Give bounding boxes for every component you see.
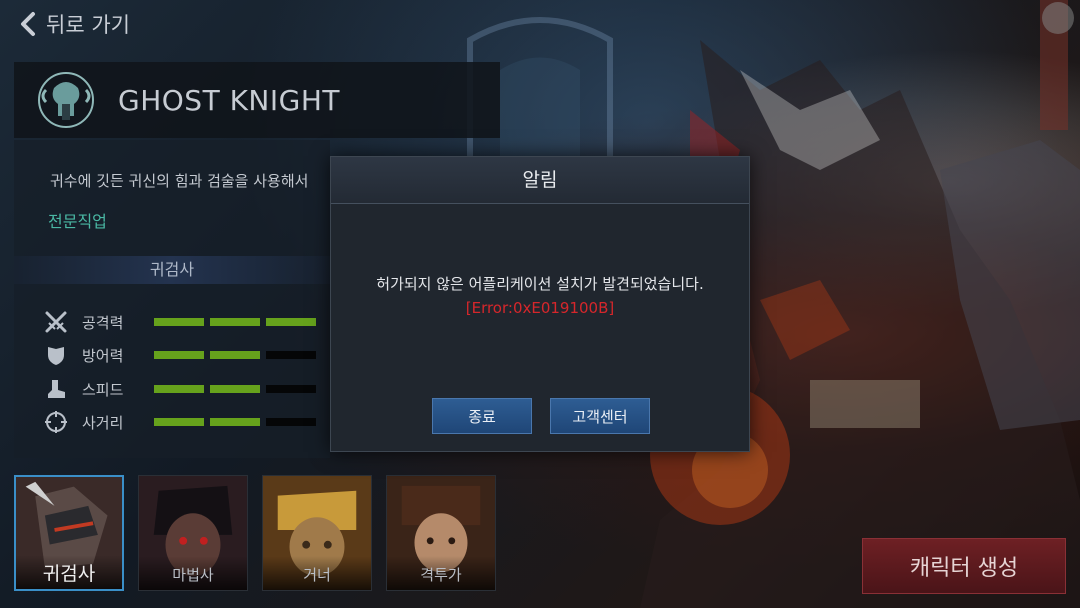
stat-bar-filled	[154, 318, 204, 326]
stat-bar-empty	[266, 351, 316, 359]
boot-icon	[48, 380, 65, 398]
stat-bar-filled	[210, 318, 260, 326]
stat-bars	[154, 385, 316, 393]
stat-bars	[154, 318, 316, 326]
class-description: 귀수에 깃든 귀신의 힘과 검술을 사용해서	[50, 172, 309, 190]
stat-bar-filled	[154, 385, 204, 393]
dialog-error-code: [Error:0xE019100B]	[465, 299, 615, 317]
alert-dialog: 알림 허가되지 않은 어플리케이션 설치가 발견되었습니다. [Error:0x…	[330, 156, 750, 452]
swords-icon	[45, 311, 67, 333]
create-character-button[interactable]: 캐릭터 생성	[862, 538, 1066, 594]
class-info-panel: 귀수에 깃든 귀신의 힘과 검술을 사용해서 전문직업 귀검사 공격력 방어력 …	[14, 140, 330, 458]
stat-bar-filled	[154, 418, 204, 426]
character-select-list: 귀검사 마법사 거너 격투가	[14, 475, 496, 591]
back-label: 뒤로 가기	[46, 13, 130, 37]
stat-bar-filled	[210, 385, 260, 393]
stat-row-defense: 방어력	[44, 343, 316, 367]
stat-bars	[154, 418, 316, 426]
exit-button[interactable]: 종료	[432, 398, 532, 434]
stat-bar-empty	[266, 385, 316, 393]
character-slot-slayer[interactable]: 귀검사	[14, 475, 124, 591]
character-name: 거너	[263, 556, 371, 590]
stat-label: 스피드	[82, 380, 124, 399]
stat-bars	[154, 351, 316, 359]
character-name: 귀검사	[16, 555, 122, 589]
character-slot-mage[interactable]: 마법사	[138, 475, 248, 591]
character-name: 격투가	[387, 556, 495, 590]
crosshair-icon	[45, 411, 67, 433]
stat-bar-filled	[154, 351, 204, 359]
class-name: GHOST KNIGHT	[118, 83, 340, 117]
character-slot-gunner[interactable]: 거너	[262, 475, 372, 591]
stat-label: 방어력	[82, 346, 124, 365]
dialog-title: 알림	[331, 157, 749, 204]
stat-label: 공격력	[82, 313, 124, 332]
stat-row-attack: 공격력	[44, 310, 316, 334]
stat-bar-filled	[210, 351, 260, 359]
shield-icon	[48, 347, 64, 365]
stat-label: 사거리	[82, 413, 124, 432]
character-slot-fighter[interactable]: 격투가	[386, 475, 496, 591]
chevron-left-icon	[21, 12, 35, 36]
character-name: 마법사	[139, 556, 247, 590]
customer-center-button[interactable]: 고객센터	[550, 398, 650, 434]
back-button[interactable]: 뒤로 가기	[18, 8, 130, 40]
stat-bar-filled	[266, 318, 316, 326]
dialog-message: 허가되지 않은 어플리케이션 설치가 발견되었습니다.	[376, 275, 704, 293]
stat-row-range: 사거리	[44, 410, 316, 434]
stat-row-speed: 스피드	[44, 377, 316, 401]
class-emblem-icon	[38, 72, 94, 128]
stat-bar-filled	[210, 418, 260, 426]
specialization-link[interactable]: 전문직업	[48, 208, 107, 232]
subclass-label: 귀검사	[14, 256, 330, 284]
class-header: GHOST KNIGHT	[14, 62, 500, 138]
stat-bar-empty	[266, 418, 316, 426]
